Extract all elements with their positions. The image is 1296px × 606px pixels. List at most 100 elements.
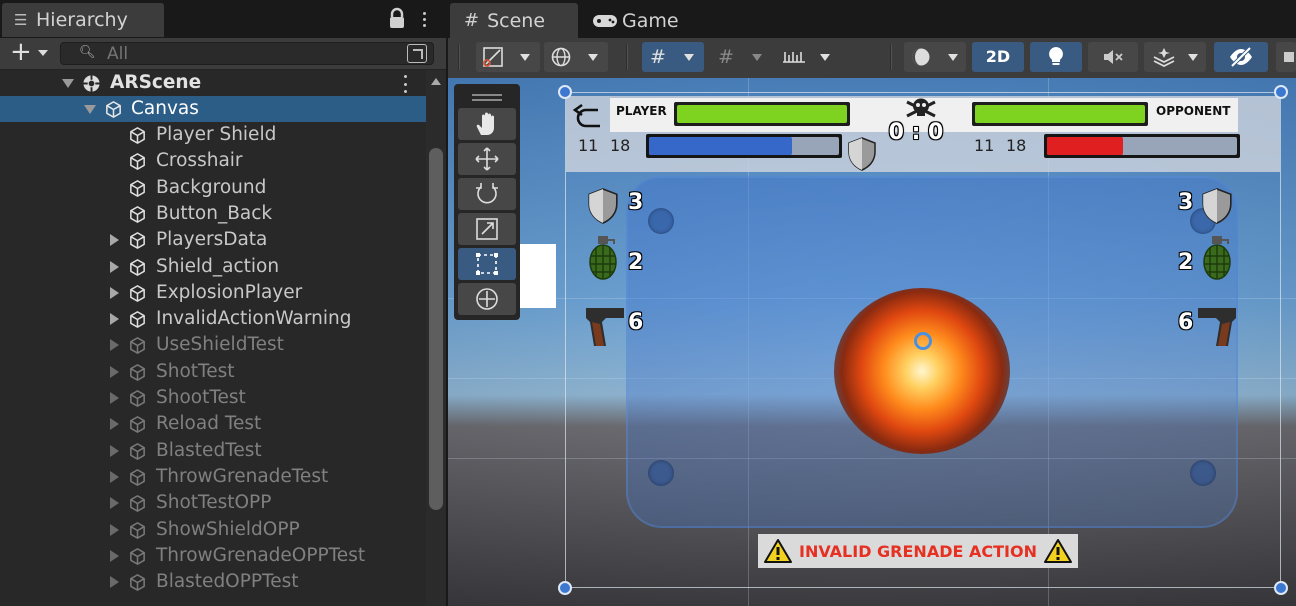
- expand-arrow-icon[interactable]: [110, 418, 119, 431]
- expand-arrow-icon[interactable]: [110, 523, 119, 536]
- tree-row[interactable]: Shield_action: [0, 254, 426, 280]
- tree-row-label: Crosshair: [156, 150, 243, 172]
- tree-row[interactable]: ThrowGrenadeOPPTest: [0, 543, 426, 569]
- tree-row[interactable]: BlastedOPPTest: [0, 569, 426, 595]
- gameobject-cube-icon: [130, 337, 145, 355]
- more-options-icon[interactable]: [416, 6, 432, 32]
- tree-row[interactable]: InvalidActionWarning: [0, 306, 426, 332]
- rect-tool-button[interactable]: [458, 248, 516, 280]
- tree-row-label: ShotTestOPP: [156, 492, 272, 514]
- gameobject-cube-icon: [130, 179, 145, 197]
- scrollbar-thumb[interactable]: [429, 148, 443, 510]
- snap-increment-dropdown[interactable]: #: [710, 42, 770, 72]
- tree-row-label: ShowShieldOPP: [156, 518, 300, 540]
- tree-row[interactable]: Crosshair: [0, 148, 426, 174]
- expand-arrow-icon[interactable]: [84, 105, 96, 114]
- tree-row-label: Player Shield: [156, 124, 277, 145]
- tree-row[interactable]: PlayersData: [0, 227, 426, 253]
- tree-row[interactable]: ExplosionPlayer: [0, 280, 426, 306]
- scroll-up-icon[interactable]: [431, 78, 441, 85]
- shading-mode-dropdown[interactable]: [904, 42, 966, 72]
- more-toolbar-button[interactable]: [1276, 42, 1296, 72]
- expand-arrow-icon[interactable]: [110, 497, 119, 510]
- expand-arrow-icon[interactable]: [110, 365, 119, 378]
- tree-row[interactable]: ShowShieldOPP: [0, 517, 426, 543]
- rect-handle[interactable]: [1274, 581, 1288, 595]
- search-box: 🔍︎: [60, 42, 434, 65]
- tree-row[interactable]: ThrowGrenadeTest: [0, 464, 426, 490]
- expand-arrow-icon[interactable]: [110, 576, 119, 589]
- tree-row[interactable]: ShotTest: [0, 359, 426, 385]
- expand-arrow-icon[interactable]: [110, 313, 119, 326]
- tab-game[interactable]: Game: [592, 3, 712, 38]
- tree-row-label: ThrowGrenadeOPPTest: [156, 544, 366, 566]
- scene-viewport[interactable]: PLAYER 0 : 0 OPPONENT 11 18 11 18 3 2 6 …: [448, 78, 1296, 606]
- gameobject-cube-icon: [130, 311, 145, 328]
- expand-arrow-icon[interactable]: [110, 286, 119, 299]
- scene-visibility-toggle[interactable]: [1214, 42, 1268, 72]
- pivot-dropdown[interactable]: [476, 42, 540, 72]
- hierarchy-tab[interactable]: ☰ Hierarchy: [2, 3, 164, 37]
- tab-scene-label: Scene: [487, 9, 546, 32]
- rect-handle[interactable]: [1274, 85, 1288, 99]
- expand-arrow-icon[interactable]: [110, 444, 119, 457]
- tree-row[interactable]: ShootTest: [0, 385, 426, 411]
- tree-row-label: Reload Test: [156, 413, 262, 435]
- more-options-icon[interactable]: [402, 75, 408, 93]
- chevron-down-icon: [684, 54, 694, 61]
- tree-row[interactable]: Player Shield: [0, 122, 426, 148]
- list-icon: ☰: [14, 11, 28, 29]
- tree-row[interactable]: ShotTestOPP: [0, 490, 426, 516]
- expand-arrow-icon[interactable]: [62, 79, 74, 88]
- tree-row[interactable]: Reload Test: [0, 411, 426, 437]
- tree-row-selected[interactable]: Canvas: [0, 96, 426, 122]
- gameobject-cube-icon: [130, 574, 145, 591]
- gameobject-cube-icon: [130, 495, 145, 513]
- ruler-icon: [783, 52, 805, 63]
- expand-arrow-icon[interactable]: [110, 339, 119, 352]
- scene-tab-strip: # Scene Game: [448, 0, 1296, 38]
- effects-dropdown[interactable]: [1144, 42, 1206, 72]
- tab-scene[interactable]: # Scene: [450, 3, 578, 38]
- drag-grip-icon[interactable]: [458, 94, 516, 106]
- search-input[interactable]: [107, 44, 407, 64]
- lighting-toggle[interactable]: [1030, 42, 1082, 72]
- scale-icon: [476, 218, 498, 240]
- filter-icon[interactable]: [407, 44, 427, 63]
- hierarchy-scrollbar[interactable]: [426, 70, 446, 606]
- add-object-button[interactable]: +: [10, 39, 52, 67]
- chevron-down-icon: [752, 54, 762, 61]
- expand-arrow-icon[interactable]: [110, 392, 119, 404]
- grid-snap-dropdown[interactable]: #: [642, 42, 704, 72]
- transform-tool-button[interactable]: [458, 283, 516, 315]
- tree-row[interactable]: Button_Back: [0, 201, 426, 227]
- tree-row[interactable]: UseShieldTest: [0, 332, 426, 358]
- expand-arrow-icon[interactable]: [110, 470, 119, 483]
- rotate-tool-button[interactable]: [458, 178, 516, 210]
- expand-arrow-icon[interactable]: [110, 549, 119, 562]
- tree-row-root[interactable]: ARScene: [0, 70, 426, 96]
- toggle-2d-button[interactable]: 2D: [972, 42, 1024, 72]
- tree-row[interactable]: Background: [0, 175, 426, 201]
- gameobject-cube-icon: [130, 258, 145, 276]
- rect-handle[interactable]: [558, 85, 572, 99]
- hierarchy-tab-label: Hierarchy: [36, 9, 128, 31]
- ruler-dropdown[interactable]: [776, 42, 840, 72]
- expand-arrow-icon[interactable]: [110, 260, 119, 273]
- scale-tool-button[interactable]: [458, 213, 516, 245]
- tree-row-label: BlastedTest: [156, 439, 262, 461]
- tab-game-label: Game: [622, 9, 679, 32]
- rect-handle[interactable]: [558, 581, 572, 595]
- tree-row[interactable]: BlastedTest: [0, 438, 426, 464]
- hand-tool-button[interactable]: [458, 108, 516, 140]
- move-tool-button[interactable]: [458, 143, 516, 175]
- lock-icon[interactable]: [386, 6, 408, 32]
- canvas-rect-frame: [565, 92, 1281, 588]
- gameobject-cube-icon: [130, 416, 145, 434]
- global-dropdown[interactable]: [544, 42, 608, 72]
- audio-toggle[interactable]: [1088, 42, 1138, 72]
- tree-row-label: Background: [156, 176, 267, 198]
- expand-arrow-icon[interactable]: [110, 234, 119, 247]
- hierarchy-toolbar: + 🔍︎: [0, 38, 446, 70]
- search-icon: 🔍︎: [79, 45, 96, 60]
